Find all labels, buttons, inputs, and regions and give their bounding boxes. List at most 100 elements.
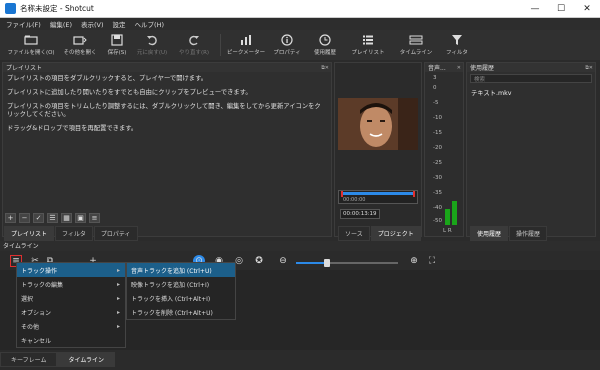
icon-view-icon[interactable]: ▣ — [75, 213, 86, 223]
submenu-add-video-track[interactable]: 映像トラックを追加 (Ctrl+I) — [127, 277, 235, 291]
audio-meter-header: 音声... ✕ — [425, 63, 463, 72]
maximize-button[interactable]: ☐ — [548, 0, 574, 18]
submenu-insert-track[interactable]: トラックを挿入 (Ctrl+Alt+I) — [127, 291, 235, 305]
window-title: 名称未設定 - Shotcut — [20, 4, 94, 13]
minimize-button[interactable]: — — [522, 0, 548, 18]
open-other-icon — [73, 33, 87, 46]
menu-edit[interactable]: 編集(E) — [50, 19, 72, 29]
recent-button[interactable]: 使用履歴 — [308, 30, 342, 60]
tab-playlist[interactable]: プレイリスト — [4, 226, 55, 241]
player-scrubber[interactable]: 00:00:00 — [338, 190, 418, 204]
grid-view-icon[interactable]: ▦ — [61, 213, 72, 223]
meter-bar-left — [445, 209, 450, 225]
submenu-arrow-icon: ▸ — [116, 266, 120, 274]
meter-close-icon[interactable]: ✕ — [457, 65, 463, 71]
submenu-add-audio-track[interactable]: 音声トラックを追加 (Ctrl+U) — [127, 263, 235, 277]
playlist-icon — [362, 33, 374, 46]
list-view-icon[interactable]: ☰ — [47, 213, 58, 223]
properties-icon — [281, 33, 293, 46]
recent-panel: 使用履歴 ⧉✕ 検索 テキスト.mkv — [466, 62, 596, 237]
close-button[interactable]: ✕ — [574, 0, 600, 18]
panel-float-close-icon[interactable]: ⧉✕ — [321, 65, 331, 71]
undo-button[interactable]: 元に戻す(U) — [134, 30, 170, 60]
update-check-icon[interactable]: ✓ — [33, 213, 44, 223]
tab-project[interactable]: プロジェクト — [370, 226, 421, 241]
recent-search-input[interactable]: 検索 — [470, 74, 592, 83]
tab-source[interactable]: ソース — [338, 226, 370, 241]
zoom-slider[interactable] — [296, 259, 398, 267]
tab-history[interactable]: 操作履歴 — [509, 226, 548, 241]
playlist-buttons: + − ✓ ☰ ▦ ▣ ≡ — [5, 213, 103, 223]
add-icon[interactable]: + — [5, 213, 16, 223]
submenu-arrow-icon: ▸ — [116, 294, 120, 302]
playlist-help-text: プレイリストの項目をダブルクリックすると、プレイヤーで開けます。 プレイリストに… — [7, 75, 321, 132]
save-button[interactable]: 保存(S) — [104, 30, 130, 60]
playlist-header: プレイリスト ⧉✕ — [3, 63, 331, 72]
menu-item-cancel[interactable]: キャンセル — [17, 333, 125, 347]
recent-tabs: 使用履歴 操作履歴 — [470, 226, 548, 241]
toolbar-divider — [220, 34, 221, 56]
bottom-tabs: キーフレーム タイムライン — [0, 352, 116, 367]
submenu-arrow-icon: ▸ — [116, 322, 120, 330]
track-operations-submenu: 音声トラックを追加 (Ctrl+U) 映像トラックを追加 (Ctrl+I) トラ… — [126, 262, 236, 320]
redo-button[interactable]: やり直す(R) — [174, 30, 214, 60]
video-preview — [338, 98, 418, 150]
recent-header: 使用履歴 ⧉✕ — [467, 63, 595, 72]
timeline-header: タイムライン — [0, 241, 600, 251]
peak-meter-icon — [240, 33, 252, 46]
tab-recent[interactable]: 使用履歴 — [470, 226, 509, 241]
meter-bar-right — [452, 201, 457, 225]
open-file-button[interactable]: ファイルを開く(O) — [6, 30, 56, 60]
zoom-slider-fill — [296, 262, 327, 264]
menu-icon[interactable]: ≡ — [89, 213, 100, 223]
tab-properties[interactable]: プロパティ — [93, 226, 138, 241]
menu-item-track-edit[interactable]: トラックの編集 ▸ — [17, 277, 125, 291]
out-marker — [413, 191, 415, 197]
menu-item-options[interactable]: オプション ▸ — [17, 305, 125, 319]
history-icon — [319, 33, 331, 46]
playlist-button[interactable]: プレイリスト — [346, 30, 390, 60]
submenu-arrow-icon: ▸ — [116, 308, 120, 316]
title-bar: 名称未設定 - Shotcut — ☐ ✕ — [0, 0, 600, 18]
submenu-remove-track[interactable]: トラックを削除 (Ctrl+Alt+U) — [127, 305, 235, 319]
timeline-context-menu: トラック操作 ▸ トラックの編集 ▸ 選択 ▸ オプション ▸ その他 ▸ キャンセル — [16, 262, 126, 348]
zoom-fit-icon[interactable]: ⛶ — [426, 255, 438, 267]
menu-help[interactable]: ヘルプ(H) — [135, 19, 164, 29]
tab-filter[interactable]: フィルタ — [55, 226, 93, 241]
recent-item[interactable]: テキスト.mkv — [467, 85, 595, 100]
recent-close-icon[interactable]: ⧉✕ — [585, 65, 595, 71]
menu-item-other[interactable]: その他 ▸ — [17, 319, 125, 333]
submenu-arrow-icon: ▸ — [116, 280, 120, 288]
timeline-button[interactable]: タイムライン — [394, 30, 438, 60]
main-toolbar: ファイルを開く(O) その他を開く 保存(S) 元に戻す(U) やり直す(R) … — [0, 30, 600, 60]
menu-settings[interactable]: 設定 — [113, 19, 126, 29]
menu-item-track-operations[interactable]: トラック操作 ▸ — [17, 263, 125, 277]
zoom-in-icon[interactable]: ⊕ — [408, 255, 420, 267]
redo-icon — [188, 33, 200, 46]
undo-icon — [146, 33, 158, 46]
meter-channel-labels: L R — [443, 228, 452, 234]
zoom-slider-handle[interactable] — [324, 259, 330, 267]
playlist-panel: プレイリスト ⧉✕ プレイリストの項目をダブルクリックすると、プレイヤーで開けま… — [2, 62, 332, 237]
open-other-button[interactable]: その他を開く — [60, 30, 100, 60]
peak-meter-button[interactable]: ピークメーター — [226, 30, 266, 60]
zoom-out-icon[interactable]: ⊖ — [277, 255, 289, 267]
player-tabs: ソース プロジェクト — [338, 226, 422, 241]
remove-icon[interactable]: − — [19, 213, 30, 223]
filter-button[interactable]: フィルタ — [442, 30, 472, 60]
tab-keyframes[interactable]: キーフレーム — [0, 352, 58, 367]
menu-view[interactable]: 表示(V) — [81, 19, 104, 29]
menu-item-select[interactable]: 選択 ▸ — [17, 291, 125, 305]
folder-icon — [24, 33, 38, 46]
shotcut-logo-icon — [5, 3, 16, 14]
menu-file[interactable]: ファイル(F) — [6, 19, 41, 29]
menu-bar: ファイル(F) 編集(E) 表示(V) 設定 ヘルプ(H) — [0, 18, 600, 30]
tab-timeline[interactable]: タイムライン — [57, 352, 116, 367]
ripple-all-icon[interactable]: ✪ — [253, 255, 265, 267]
timecode-display[interactable]: 00:00:13:19 — [340, 209, 380, 219]
scrubber-track — [341, 192, 415, 195]
properties-button[interactable]: プロパティ — [270, 30, 304, 60]
save-icon — [111, 33, 123, 46]
video-frame-image — [338, 98, 418, 150]
filter-icon — [451, 33, 463, 46]
